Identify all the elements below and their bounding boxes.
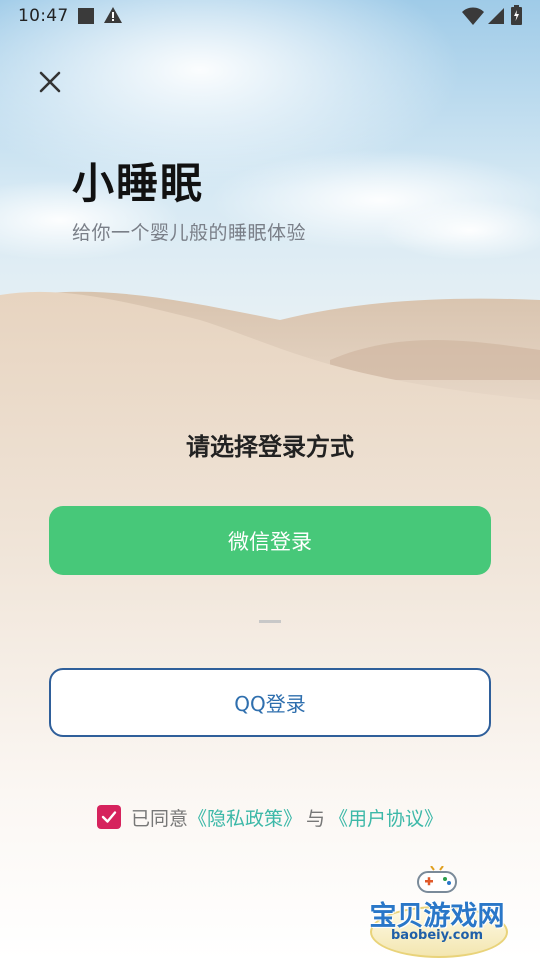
- watermark-url: baobeiy.com: [391, 928, 483, 943]
- checkmark-icon: [101, 811, 117, 823]
- qq-login-button[interactable]: QQ登录: [49, 668, 491, 737]
- wechat-login-button[interactable]: 微信登录: [49, 506, 491, 575]
- notification-square-icon: [78, 8, 94, 24]
- wifi-icon: [462, 7, 484, 25]
- gamepad-icon: [417, 866, 457, 893]
- watermark-logo: 宝贝游戏网 baobeiy.com: [362, 866, 512, 958]
- agree-checkbox[interactable]: [97, 805, 121, 829]
- app-title: 小睡眠: [72, 159, 205, 208]
- agreement-conjunction: 与: [306, 807, 326, 830]
- app-subtitle: 给你一个婴儿般的睡眠体验: [72, 222, 307, 244]
- login-prompt: 请选择登录方式: [186, 433, 354, 461]
- agreement-row: 已同意 《隐私政策》 与 《用户协议》: [97, 803, 443, 831]
- alert-icon: [104, 7, 122, 23]
- agreement-prefix: 已同意: [131, 807, 189, 830]
- status-time: 10:47: [18, 6, 69, 26]
- close-button[interactable]: [34, 66, 66, 98]
- qq-login-label: QQ登录: [234, 692, 306, 716]
- user-agreement-link[interactable]: 《用户协议》: [329, 804, 443, 831]
- privacy-policy-link[interactable]: 《隐私政策》: [188, 804, 302, 831]
- signal-icon: [488, 8, 504, 24]
- status-bar: 10:47: [0, 0, 540, 32]
- close-icon: [39, 71, 61, 93]
- wechat-login-label: 微信登录: [228, 529, 312, 554]
- battery-icon: [511, 5, 522, 25]
- divider: [259, 620, 281, 623]
